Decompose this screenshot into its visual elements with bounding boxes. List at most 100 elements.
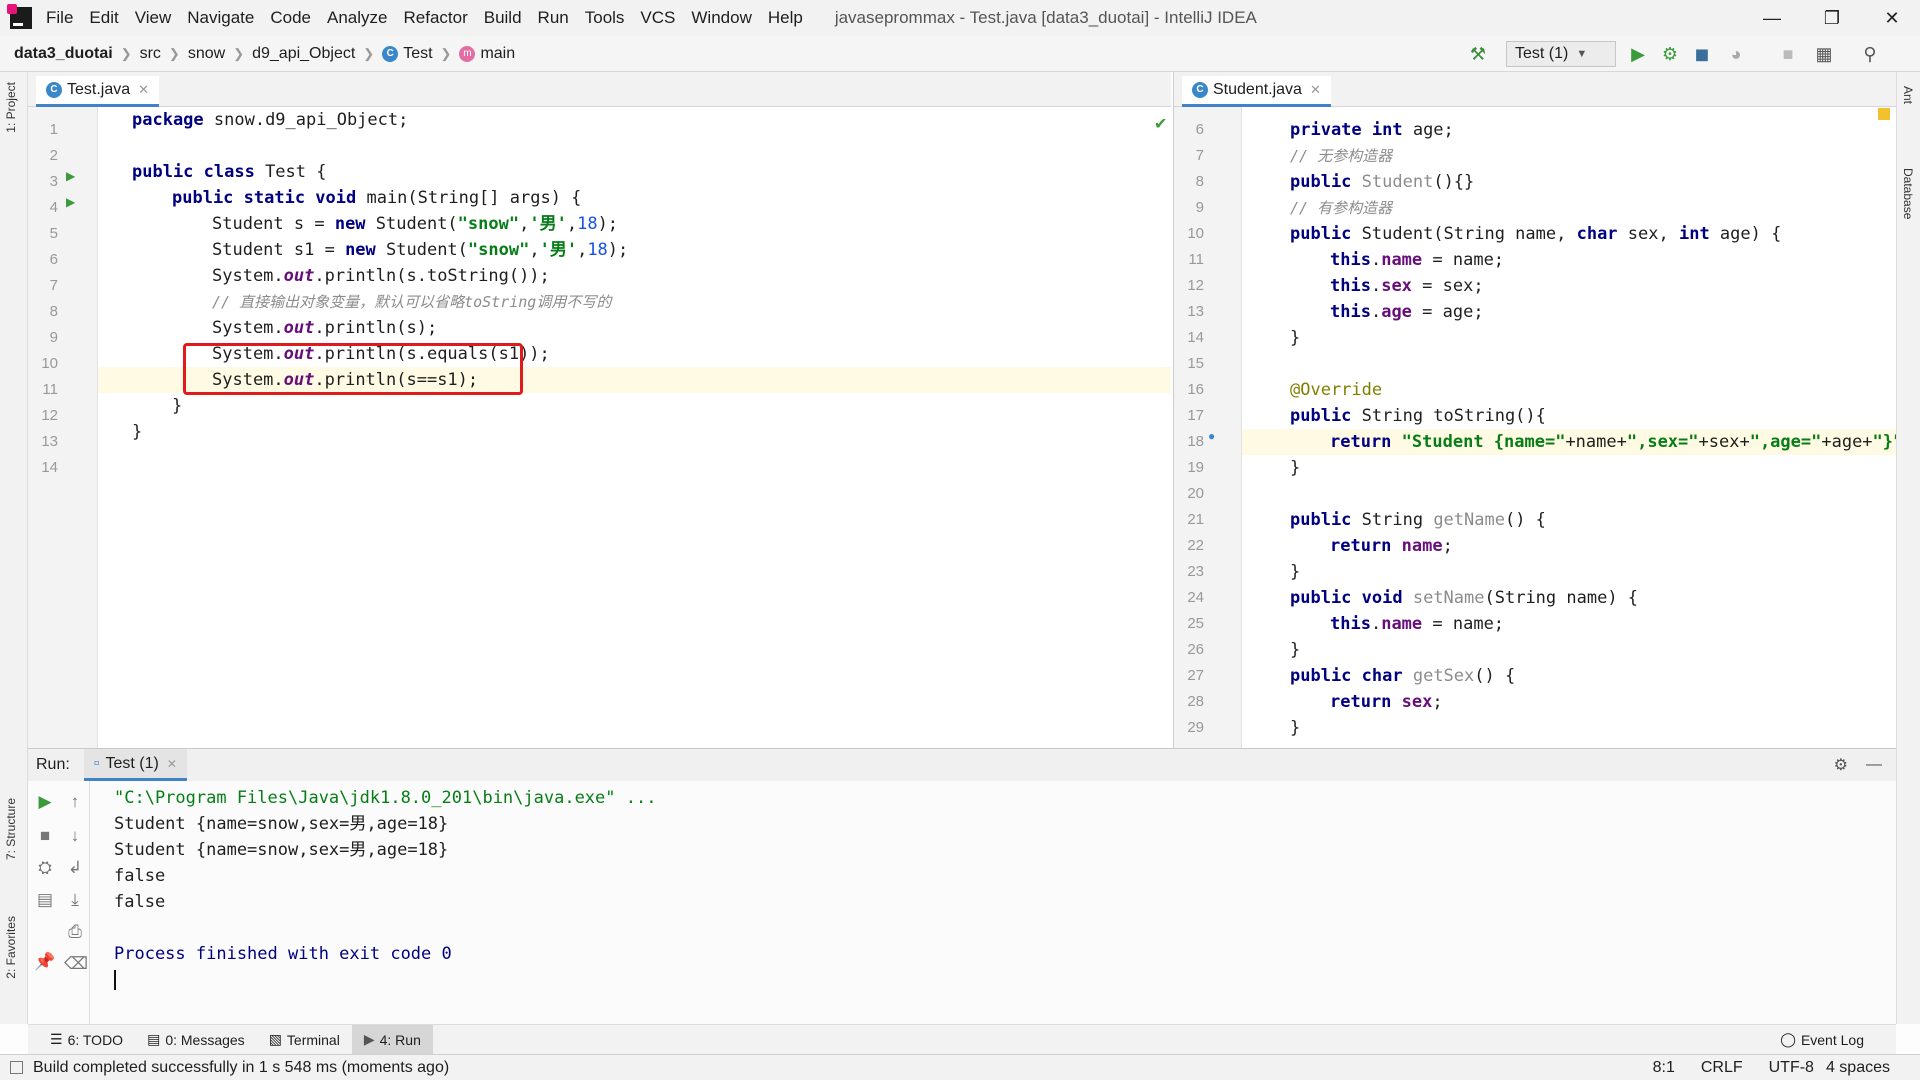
- project-tool-tab[interactable]: 1: Project: [4, 82, 18, 133]
- line-number: 25: [1187, 615, 1204, 632]
- code-line: public class Test {: [132, 162, 327, 182]
- terminal-icon: ▧: [268, 1031, 282, 1047]
- line-number: 14: [1187, 329, 1204, 346]
- menu-edit[interactable]: Edit: [89, 8, 118, 28]
- menu-tools[interactable]: Tools: [585, 8, 625, 28]
- run-config-select[interactable]: Test (1) ▼: [1506, 41, 1616, 67]
- run-gutter-icon[interactable]: ▶: [66, 169, 75, 183]
- coverage-icon[interactable]: ◼: [1692, 44, 1712, 64]
- line-number: 9: [1195, 199, 1204, 216]
- rerun-icon[interactable]: ▶: [34, 791, 56, 813]
- menu-build[interactable]: Build: [484, 8, 522, 28]
- code-line: System.out.println(s);: [212, 318, 438, 338]
- line-number: 29: [1187, 719, 1204, 736]
- console-caret: [114, 967, 1896, 993]
- caret-position[interactable]: 8:1: [1653, 1059, 1675, 1077]
- line-number: 7: [49, 277, 58, 294]
- menu-view[interactable]: View: [135, 8, 172, 28]
- hide-panel-icon[interactable]: —: [1866, 756, 1882, 774]
- ant-tool-tab[interactable]: Ant: [1901, 86, 1915, 104]
- profile-icon[interactable]: ◕: [1726, 44, 1746, 64]
- line-number: 24: [1187, 589, 1204, 606]
- close-tab-icon[interactable]: ✕: [167, 757, 177, 771]
- breadcrumb-package[interactable]: d9_api_Object: [252, 45, 355, 63]
- pin-icon[interactable]: 📌: [34, 951, 56, 973]
- console-line: Student {name=snow,sex=男,age=18}: [114, 840, 449, 860]
- toggle-tool-windows-icon[interactable]: [10, 1061, 23, 1074]
- close-icon[interactable]: ✕: [1868, 0, 1916, 36]
- stop-icon[interactable]: ■: [1778, 44, 1798, 64]
- breadcrumb-project[interactable]: data3_duotai: [14, 45, 113, 63]
- console-output[interactable]: "C:\Program Files\Java\jdk1.8.0_201\bin\…: [114, 785, 1896, 1024]
- project-structure-icon[interactable]: ▦: [1814, 44, 1834, 64]
- code-line: private int age;: [1290, 120, 1454, 140]
- list-icon: ☰: [50, 1031, 63, 1047]
- soft-wrap-icon[interactable]: ↲: [64, 857, 86, 879]
- restore-icon[interactable]: ❐: [1808, 0, 1856, 36]
- run-tab[interactable]: ▫ Test (1) ✕: [83, 749, 187, 781]
- code-line: }: [1290, 328, 1301, 348]
- code-line: public static void main(String[] args) {: [172, 188, 582, 208]
- close-tab-icon[interactable]: ✕: [1310, 82, 1321, 98]
- line-number: 17: [1187, 407, 1204, 424]
- trash-icon[interactable]: ⌫: [64, 953, 88, 975]
- menu-window[interactable]: Window: [691, 8, 751, 28]
- breadcrumb-method[interactable]: m main: [459, 45, 515, 63]
- line-number: 12: [41, 407, 58, 424]
- menu-refactor[interactable]: Refactor: [403, 8, 467, 28]
- line-number: 16: [1187, 381, 1204, 398]
- favorites-tool-tab[interactable]: 2: Favorites: [4, 916, 18, 979]
- event-log-icon: ◯: [1780, 1031, 1796, 1047]
- menu-run[interactable]: Run: [538, 8, 569, 28]
- terminal-label: Terminal: [286, 1031, 340, 1048]
- scroll-to-end-icon[interactable]: ⤓: [64, 889, 86, 911]
- menu-file[interactable]: File: [46, 8, 73, 28]
- terminal-button[interactable]: ▧ Terminal: [257, 1025, 352, 1055]
- menu-code[interactable]: Code: [270, 8, 311, 28]
- run-label: Run:: [36, 756, 70, 773]
- breadcrumb-snow[interactable]: snow: [188, 45, 225, 63]
- settings-gear-icon[interactable]: ⚙: [1834, 755, 1848, 775]
- messages-button[interactable]: ▤ 0: Messages: [135, 1025, 257, 1055]
- breadcrumb-class-label: Test: [403, 44, 433, 62]
- todo-button[interactable]: ☰ 6: TODO: [38, 1025, 135, 1055]
- debug-icon[interactable]: ⛭: [34, 857, 56, 879]
- run-icon[interactable]: ▶: [1628, 44, 1648, 64]
- menu-vcs[interactable]: VCS: [640, 8, 675, 28]
- stop-icon[interactable]: ■: [34, 825, 56, 847]
- menu-help[interactable]: Help: [768, 8, 803, 28]
- code-area[interactable]: private int age; // 无参构造器 public Student…: [1242, 107, 1896, 748]
- layout-icon[interactable]: ▤: [34, 889, 56, 911]
- warning-marker-icon[interactable]: [1878, 108, 1890, 120]
- tab-student-java[interactable]: C Student.java ✕: [1182, 76, 1331, 107]
- override-gutter-icon[interactable]: ●: [1208, 429, 1215, 443]
- breadcrumb-class[interactable]: C Test: [382, 44, 433, 63]
- breadcrumb-src[interactable]: src: [140, 45, 161, 63]
- debug-icon[interactable]: ⚙: [1660, 44, 1680, 64]
- code-line: public Student(String name, char sex, in…: [1290, 224, 1782, 244]
- scroll-down-icon[interactable]: ↓: [64, 825, 86, 847]
- code-line: Student s1 = new Student("snow",'男',18);: [212, 240, 629, 260]
- print-icon[interactable]: ⎙: [64, 921, 86, 943]
- search-everywhere-icon[interactable]: ⚲: [1860, 44, 1880, 64]
- run-gutter-icon[interactable]: ▶: [66, 195, 75, 209]
- event-log-button[interactable]: ◯ Event Log: [1768, 1025, 1876, 1055]
- editor-student-java[interactable]: C Student.java ✕ 6 7 8 9 10 11 12 13 14 …: [1173, 72, 1896, 748]
- todo-label: 6: TODO: [67, 1031, 124, 1048]
- run-button[interactable]: ▶ 4: Run: [351, 1024, 433, 1055]
- minimize-icon[interactable]: —: [1748, 0, 1796, 36]
- editor-test-java[interactable]: C Test.java ✕ 1 2 3 4 5 6 7 8 9 10 11 12…: [28, 72, 1171, 748]
- menu-analyze[interactable]: Analyze: [327, 8, 387, 28]
- line-number: 1: [49, 121, 58, 138]
- menu-navigate[interactable]: Navigate: [187, 8, 254, 28]
- file-encoding[interactable]: UTF-8: [1769, 1059, 1814, 1077]
- close-tab-icon[interactable]: ✕: [138, 82, 149, 98]
- code-area[interactable]: package snow.d9_api_Object; public class…: [98, 107, 1171, 748]
- scroll-up-icon[interactable]: ↑: [64, 791, 86, 813]
- database-tool-tab[interactable]: Database: [1901, 168, 1915, 219]
- build-hammer-icon[interactable]: ⚒: [1468, 44, 1488, 64]
- line-separator[interactable]: CRLF: [1701, 1059, 1743, 1077]
- tab-test-java[interactable]: C Test.java ✕: [36, 76, 160, 107]
- indent-setting[interactable]: 4 spaces: [1826, 1059, 1890, 1077]
- structure-tool-tab[interactable]: 7: Structure: [4, 798, 18, 860]
